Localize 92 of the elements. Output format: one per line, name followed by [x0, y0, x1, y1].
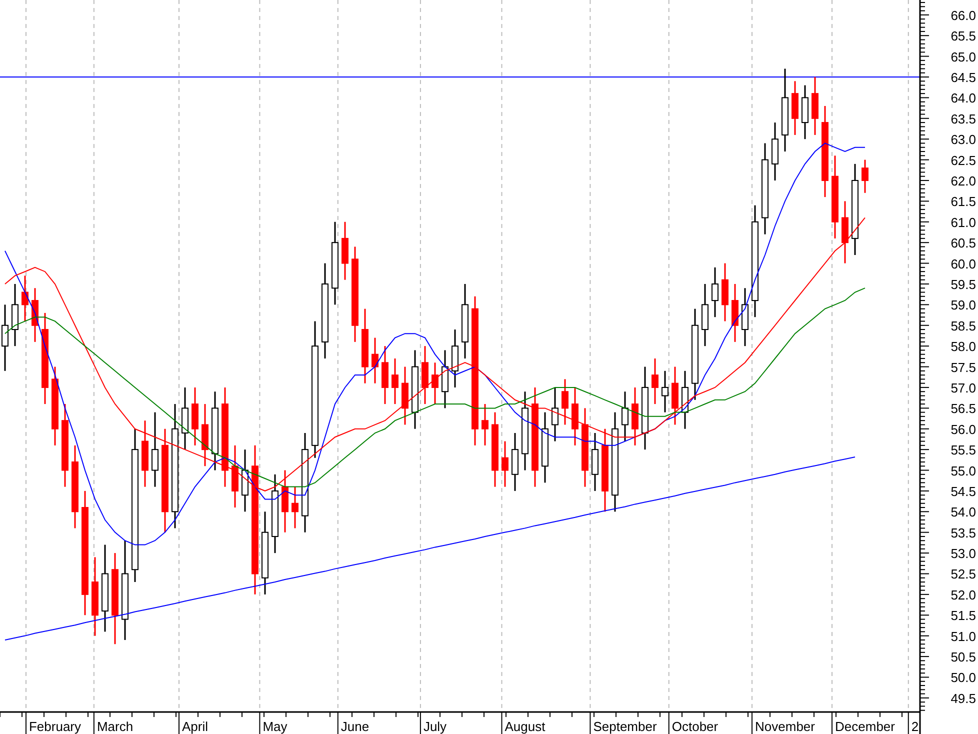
axis-label: 50.5	[950, 650, 976, 665]
axis-label: July	[423, 719, 447, 734]
candlestick	[862, 160, 868, 193]
axis-label: 65.0	[950, 49, 976, 64]
axis-label: 54.0	[950, 504, 976, 520]
candlestick	[512, 433, 518, 491]
axis-label: February	[28, 719, 82, 734]
axis-label: September	[593, 719, 657, 734]
candlestick	[432, 362, 438, 404]
axis-label: 58.5	[950, 318, 976, 334]
candlestick	[772, 122, 778, 180]
axis-label: August	[504, 719, 546, 734]
candlestick	[592, 433, 598, 491]
axis-label: 52.0	[950, 587, 976, 602]
axis-label: October	[672, 719, 718, 734]
candlestick	[2, 304, 8, 371]
axis-label: 63.0	[950, 132, 976, 148]
candlestick	[502, 441, 508, 487]
axis-label: 61.5	[950, 194, 976, 210]
candlestick	[702, 284, 708, 346]
axis-label: 61.0	[950, 214, 976, 230]
candlestick	[842, 201, 848, 264]
candlestick	[572, 387, 578, 446]
axis-label: June	[340, 719, 370, 734]
axis-label: 2	[911, 719, 919, 734]
candlestick	[402, 366, 408, 425]
axis-label: 51.0	[950, 628, 976, 644]
axis-label: 60.0	[950, 256, 976, 272]
candlestick	[292, 486, 298, 528]
candlestick	[722, 263, 728, 322]
candlestick	[802, 85, 808, 140]
candlestick	[632, 387, 638, 446]
axis-label: 58.0	[950, 339, 976, 354]
candlestick	[232, 445, 238, 508]
axis-label: 62.5	[950, 152, 976, 168]
axis-label: 56.5	[950, 401, 976, 416]
candlestick	[742, 288, 748, 346]
candlestick	[482, 404, 488, 446]
candlestick	[662, 370, 668, 412]
candlestick	[812, 77, 818, 135]
axis-label: 64.0	[950, 90, 976, 106]
axis-label: 55.0	[950, 463, 976, 478]
candlestick	[452, 330, 458, 388]
candlestick	[682, 370, 688, 429]
axis-label: 65.5	[950, 28, 976, 44]
axis-label: 54.5	[950, 484, 976, 499]
axis-label: April	[182, 719, 208, 734]
candlestick	[282, 470, 288, 532]
axis-label: 62.0	[950, 173, 976, 188]
candlestick	[22, 276, 28, 322]
candlestick	[622, 392, 628, 442]
axis-label: 57.0	[950, 380, 976, 396]
axis-label: 56.0	[950, 422, 976, 437]
candlestick	[652, 358, 658, 404]
candlestick	[372, 338, 378, 384]
candlestick	[182, 387, 188, 450]
axis-label: 53.5	[950, 525, 976, 540]
axis-label: 59.5	[950, 276, 976, 292]
axis-label: 52.5	[950, 566, 976, 582]
candlestick	[392, 358, 398, 404]
axis-label: 66.0	[950, 8, 976, 23]
axis-label: 57.5	[950, 360, 976, 375]
axis-label: 63.5	[950, 111, 976, 126]
candlestick	[12, 284, 18, 346]
axis-label: 55.5	[950, 442, 976, 458]
candlestick	[442, 350, 448, 408]
axis-label: 50.0	[950, 670, 976, 686]
candlestick	[342, 222, 348, 280]
axis-label: 53.0	[950, 546, 976, 562]
axis-label: 60.5	[950, 236, 976, 251]
candlestick	[422, 346, 428, 404]
candlestick	[382, 346, 388, 404]
axis-label: November	[755, 719, 815, 734]
candlestick	[672, 366, 678, 425]
candlestick	[192, 387, 198, 446]
candlestick	[552, 387, 558, 442]
axis-label: 49.5	[950, 690, 976, 706]
axis-label: December	[835, 719, 895, 734]
axis-label: 64.5	[950, 70, 976, 85]
candlestick	[792, 81, 798, 135]
candlestick	[542, 412, 548, 483]
axis-label: 59.0	[950, 298, 976, 313]
axis-label: May	[262, 719, 288, 734]
candlestick	[32, 288, 38, 342]
candlestick	[562, 379, 568, 425]
candlestick	[712, 267, 718, 318]
axis-label: 51.5	[950, 608, 976, 624]
candlestick	[142, 420, 148, 487]
candlestick	[242, 450, 248, 512]
candlestick	[202, 404, 208, 466]
candlestick	[732, 284, 738, 342]
axis-label: March	[96, 719, 134, 734]
